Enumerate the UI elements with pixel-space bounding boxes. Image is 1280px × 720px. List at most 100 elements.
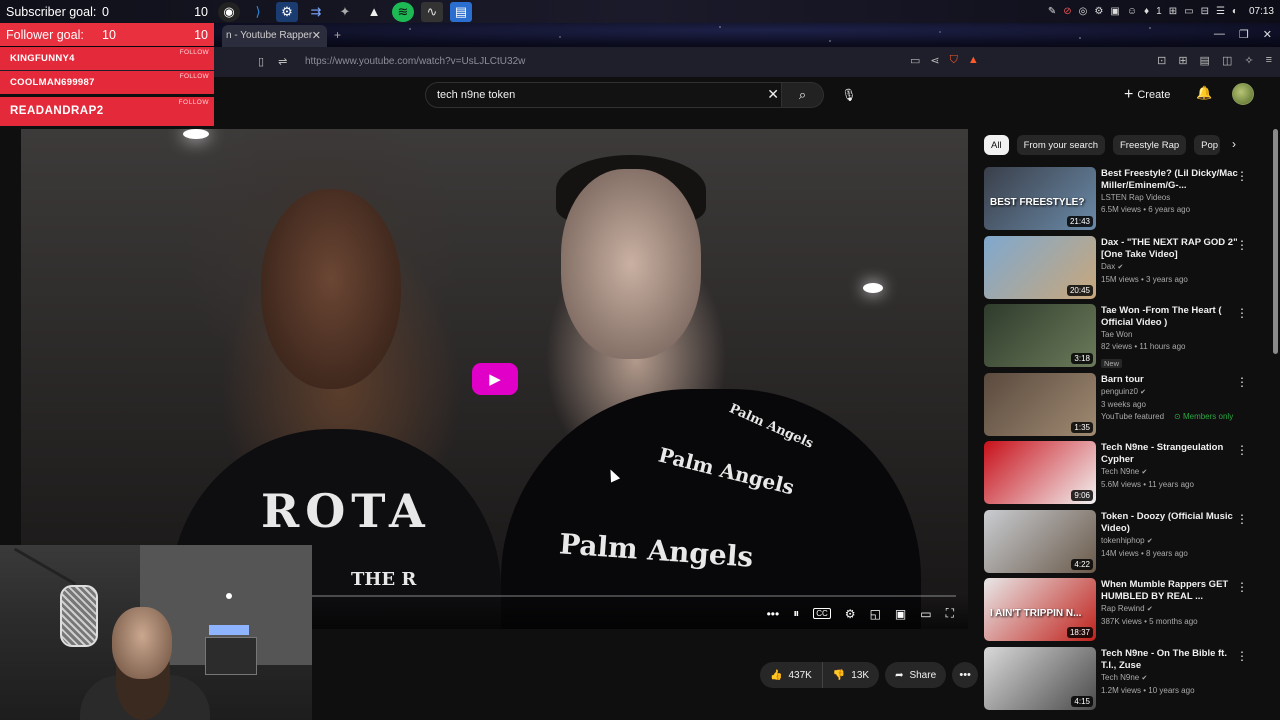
search-button[interactable]: ⌕: [782, 82, 824, 108]
settings-tray-icon[interactable]: ⚙: [1094, 6, 1103, 17]
chip-all[interactable]: All: [984, 135, 1009, 155]
maximize-icon[interactable]: ❐: [1239, 28, 1249, 41]
video-thumbnail[interactable]: 1:35: [984, 372, 1096, 436]
new-tab-icon[interactable]: +: [334, 28, 341, 42]
recommendation-title[interactable]: Tae Won -From The Heart ( Official Video…: [1101, 305, 1241, 329]
sidebar-icon[interactable]: ▤: [1200, 54, 1210, 67]
display-icon[interactable]: ▭: [1184, 6, 1193, 17]
discord-icon[interactable]: ☺: [1127, 6, 1137, 17]
recommendation-title[interactable]: Best Freestyle? (Lil Dicky/Mac Miller/Em…: [1101, 168, 1241, 192]
dislike-button[interactable]: 👎 13K: [823, 662, 879, 688]
search-box[interactable]: tech n9ne token ✕: [425, 82, 782, 108]
steam-tray-icon[interactable]: ◎: [1079, 6, 1088, 17]
kebab-menu-icon[interactable]: ⋮: [1236, 238, 1248, 252]
leo-icon[interactable]: ✧: [1244, 54, 1253, 67]
settings-icon[interactable]: ⚙: [845, 607, 856, 621]
network-icon[interactable]: ⊟: [1201, 6, 1209, 17]
inkscape-icon[interactable]: ▲: [363, 2, 385, 22]
recommendation-title[interactable]: Barn tour: [1101, 374, 1241, 386]
video-thumbnail[interactable]: 9:06: [984, 441, 1096, 504]
channel-name[interactable]: Tech N9ne: [1101, 467, 1139, 476]
minimize-icon[interactable]: —: [1214, 28, 1225, 41]
browser-menu-icon[interactable]: ≡: [1266, 54, 1272, 67]
spotify-icon[interactable]: ≋: [392, 1, 414, 22]
docs-icon[interactable]: ▤: [450, 1, 472, 22]
channel-name[interactable]: Rap Rewind: [1101, 604, 1145, 613]
video-thumbnail[interactable]: 20:45: [984, 235, 1096, 299]
chevron-right-icon[interactable]: ›: [1232, 137, 1236, 151]
rewards-icon[interactable]: ▲: [968, 54, 979, 67]
recommendation-item[interactable]: 3:18 Tae Won -From The Heart ( Official V…: [984, 304, 1264, 373]
kebab-menu-icon[interactable]: ⋮: [1236, 443, 1248, 457]
account-avatar[interactable]: [1232, 83, 1254, 105]
recommendation-item[interactable]: 4:22 Token - Doozy (Official Music Video)…: [984, 509, 1264, 579]
chip-freestyle-rap[interactable]: Freestyle Rap: [1113, 135, 1187, 155]
recommendation-item[interactable]: 4:15 Tech N9ne - On The Bible ft. T.I., Z…: [984, 646, 1264, 716]
pip-icon[interactable]: ▣: [895, 607, 906, 621]
kebab-menu-icon[interactable]: ⋮: [1236, 306, 1248, 320]
scrollbar[interactable]: [1273, 129, 1278, 354]
recommendation-item[interactable]: 20:45 Dax - "THE NEXT RAP GOD 2" [One Tak…: [984, 235, 1264, 305]
chip-from-your-search[interactable]: From your search: [1016, 135, 1105, 155]
brave-shield-icon[interactable]: ⛉: [950, 54, 958, 67]
close-tab-icon[interactable]: ✕: [312, 29, 321, 42]
channel-name[interactable]: tokenhiphop: [1101, 536, 1145, 545]
channel-name[interactable]: Dax: [1101, 262, 1115, 271]
like-button[interactable]: 👍 437K: [760, 662, 823, 688]
monitor-icon[interactable]: ∿: [421, 1, 443, 22]
close-window-icon[interactable]: ✕: [1263, 28, 1272, 41]
video-thumbnail[interactable]: I AIN'T TRIPPIN N... 18:37: [984, 578, 1096, 641]
kebab-menu-icon[interactable]: ⋮: [1236, 512, 1248, 526]
theater-mode-icon[interactable]: ▭: [920, 607, 931, 621]
recommendation-item[interactable]: 9:06 Tech N9ne - Strangeulation Cypher Tec…: [984, 441, 1264, 510]
bookmark-icon[interactable]: ▯: [258, 55, 264, 68]
channel-name[interactable]: penguinz0: [1101, 387, 1138, 396]
recommendation-title[interactable]: Dax - "THE NEXT RAP GOD 2" [One Take Vid…: [1101, 237, 1241, 261]
more-actions-button[interactable]: •••: [952, 662, 979, 688]
notification-icon[interactable]: ♦: [1144, 6, 1149, 17]
channel-name[interactable]: Tae Won: [1101, 330, 1132, 339]
channel-name[interactable]: Tech N9ne: [1101, 673, 1139, 682]
powerautomate-icon[interactable]: ⇉: [305, 2, 327, 22]
volume-icon[interactable]: ◐: [1232, 6, 1238, 17]
autoplay-toggle-icon[interactable]: ⏸: [793, 606, 799, 621]
fullscreen-icon[interactable]: ⛶: [946, 606, 954, 621]
vscode-icon[interactable]: ⟩: [247, 2, 269, 22]
steam-icon[interactable]: ⚙: [276, 1, 298, 22]
kebab-menu-icon[interactable]: ⋮: [1236, 649, 1248, 663]
clear-search-icon[interactable]: ✕: [767, 86, 779, 103]
cast-icon[interactable]: ▭: [910, 54, 920, 67]
voice-search-button[interactable]: 🎙: [836, 82, 862, 108]
play-button[interactable]: ▶: [472, 363, 518, 395]
notifications-bell-icon[interactable]: 🔔: [1196, 85, 1212, 101]
video-thumbnail[interactable]: 4:22: [984, 509, 1096, 573]
share-button[interactable]: ➦ Share: [885, 662, 947, 688]
video-thumbnail[interactable]: 3:18: [984, 304, 1096, 367]
channel-name[interactable]: LSTEN Rap Videos: [1101, 193, 1170, 202]
search-input[interactable]: tech n9ne token: [437, 89, 515, 101]
captions-icon[interactable]: CC: [813, 608, 831, 619]
extension-icon-2[interactable]: ⊞: [1178, 54, 1187, 67]
site-info-icon[interactable]: ⇌: [278, 55, 287, 68]
more-dots-icon[interactable]: •••: [767, 607, 780, 621]
app-tray-icon[interactable]: ▣: [1110, 6, 1119, 17]
chip-pop[interactable]: Pop: [1194, 135, 1221, 155]
share-url-icon[interactable]: ⋖: [930, 54, 939, 67]
wallet-icon[interactable]: ◫: [1222, 54, 1232, 67]
recommendation-title[interactable]: Token - Doozy (Official Music Video): [1101, 511, 1241, 535]
recommendation-title[interactable]: Tech N9ne - Strangeulation Cypher: [1101, 442, 1241, 466]
recommendation-item[interactable]: BEST FREESTYLE? 21:43 Best Freestyle? (Lil…: [984, 167, 1264, 236]
pen-icon[interactable]: ✎: [1048, 6, 1056, 17]
recommendation-item[interactable]: 1:35 Barn tour penguinz0 ✔ 3 weeks ago YouTu…: [984, 372, 1264, 442]
kebab-menu-icon[interactable]: ⋮: [1236, 375, 1248, 389]
kebab-menu-icon[interactable]: ⋮: [1236, 580, 1248, 594]
recommendation-title[interactable]: Tech N9ne - On The Bible ft. T.I., Zuse: [1101, 648, 1241, 672]
recommendation-item[interactable]: I AIN'T TRIPPIN N... 18:37 When Mumble Rap…: [984, 578, 1264, 647]
extension-icon-1[interactable]: ⊡: [1157, 54, 1166, 67]
video-thumbnail[interactable]: BEST FREESTYLE? 21:43: [984, 167, 1096, 230]
browser-tab[interactable]: n - Youtube Rapper ✕: [222, 25, 327, 47]
monitor-tray-icon[interactable]: ⊞: [1169, 6, 1177, 17]
miniplayer-icon[interactable]: ◱: [870, 607, 881, 621]
app-icon[interactable]: ✦: [334, 2, 356, 22]
shield-icon[interactable]: ⊘: [1063, 6, 1071, 17]
